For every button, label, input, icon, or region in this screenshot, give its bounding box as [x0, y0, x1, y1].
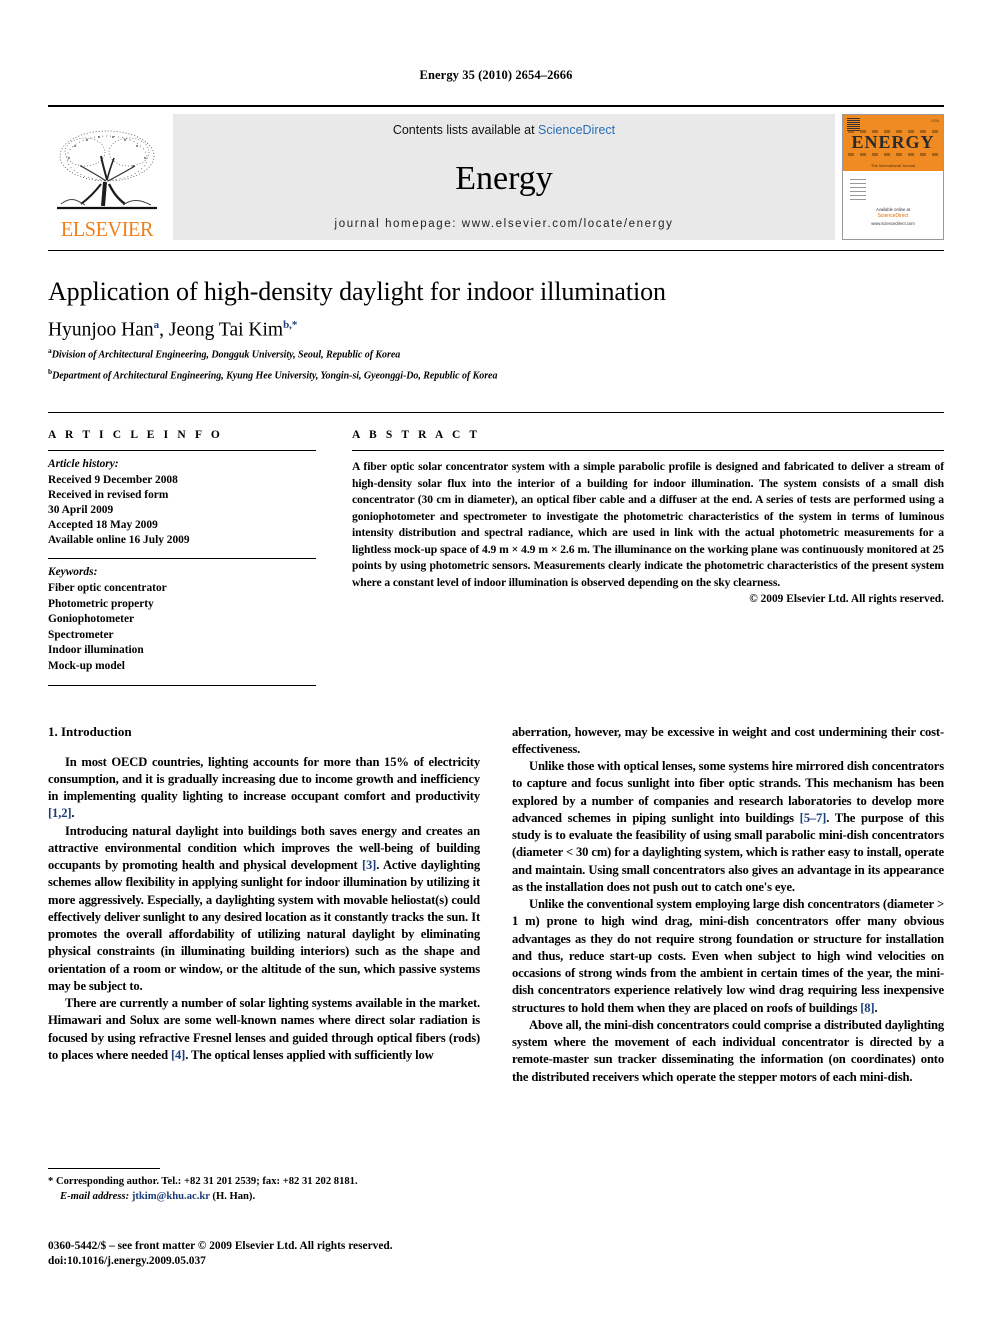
cover-subtitle: The International Journal [870, 163, 916, 168]
history-item-2: 30 April 2009 [48, 503, 114, 516]
cover-bottom-panel: Available online at ScienceDirect www.sc… [843, 171, 943, 239]
paragraph-right-1: Unlike those with optical lenses, some s… [512, 759, 944, 894]
imprint-frontmatter: 0360-5442/$ – see front matter © 2009 El… [48, 1240, 393, 1252]
keyword-1: Photometric property [48, 597, 154, 610]
email-owner: (H. Han). [212, 1190, 256, 1202]
keyword-0: Fiber optic concentrator [48, 581, 167, 594]
elsevier-logo: ELSEVIER [48, 114, 166, 240]
keywords-label: Keywords: [48, 566, 98, 579]
paragraph-right-0: aberration, however, may be excessive in… [512, 724, 944, 756]
masthead-divider [48, 250, 944, 251]
author-name-1: Hyunjoo Han [48, 319, 154, 341]
paragraph-left-0: In most OECD countries, lighting account… [48, 754, 480, 821]
keyword-3: Spectrometer [48, 628, 114, 641]
abstract-column: A B S T R A C T A fiber optic solar conc… [352, 429, 944, 685]
contents-available-line: Contents lists available at ScienceDirec… [393, 123, 615, 137]
author-affil-marker-1: a [153, 318, 160, 331]
cover-journal-title: ENERGY [851, 132, 935, 152]
author-affil-marker-2[interactable]: b,* [283, 319, 297, 331]
section-title-introduction: 1. Introduction [48, 723, 132, 739]
history-item-1: Received in revised form [48, 488, 169, 501]
paragraph-left-2: There are currently a number of solar li… [48, 996, 480, 1062]
paragraph-left-1: Introducing natural daylight into buildi… [48, 823, 480, 993]
history-item-3: Accepted 18 May 2009 [48, 519, 158, 532]
cover-sciencedirect-block: Available online at ScienceDirect www.sc… [843, 207, 943, 227]
cover-text-lines [850, 179, 866, 201]
history-item-4: Available online 16 July 2009 [48, 534, 190, 547]
contents-banner: Contents lists available at ScienceDirec… [173, 114, 835, 240]
paragraph-right-3: Above all, the mini-dish concentrators c… [512, 1017, 944, 1084]
imprint-doi: doi:10.1016/j.energy.2009.05.037 [48, 1255, 206, 1268]
paragraph-right-2: Unlike the conventional system employing… [512, 897, 944, 1015]
author-name-2: Jeong Tai Kim [168, 319, 284, 341]
corresponding-author-line: * Corresponding author. Tel.: +82 31 201… [48, 1176, 358, 1187]
article-info-column: A R T I C L E I N F O Article history: R… [48, 429, 316, 686]
body-column-left: 1. Introduction In most OECD countries, … [48, 724, 480, 1086]
affiliation-b: bDepartment of Architectural Engineering… [48, 367, 944, 383]
cover-sd-url: www.sciencedirect.com [871, 220, 915, 226]
keyword-2: Goniophotometer [48, 613, 135, 626]
elsevier-wordmark: ELSEVIER [60, 217, 154, 241]
abstract-copyright: © 2009 Elsevier Ltd. All rights reserved… [749, 593, 944, 606]
sciencedirect-link[interactable]: ScienceDirect [538, 123, 615, 137]
imprint-block: 0360-5442/$ – see front matter © 2009 El… [48, 1239, 508, 1270]
contents-prefix: Contents lists available at [392, 123, 539, 137]
email-link[interactable]: jtkim@khu.ac.kr [132, 1191, 210, 1202]
paper-page: Energy 35 (2010) 2654–2666 ELSEVIER Cont… [0, 0, 992, 1323]
info-abstract-section: A R T I C L E I N F O Article history: R… [48, 412, 944, 686]
keyword-4: Indoor illumination [48, 644, 144, 657]
citation-link[interactable]: [1,2] [48, 806, 72, 820]
journal-masthead: ELSEVIER Contents lists available at Sci… [48, 105, 944, 240]
corresponding-author-note: * Corresponding author. Tel.: +82 31 201… [48, 1175, 480, 1205]
email-label: E-mail address: [60, 1190, 130, 1202]
body-columns: 1. Introduction In most OECD countries, … [48, 724, 944, 1086]
article-info-rule-bottom [48, 684, 316, 686]
citation-link[interactable]: [3] [362, 858, 376, 872]
abstract-heading: A B S T R A C T [352, 429, 481, 442]
citation-link[interactable]: [8] [860, 1001, 874, 1015]
email-line: E-mail address: jtkim@khu.ac.kr (H. Han)… [48, 1190, 480, 1205]
elsevier-tree-icon [57, 130, 157, 210]
keywords-block: Keywords: Fiber optic concentrator Photo… [48, 559, 316, 684]
citation-link[interactable]: [5–7] [800, 811, 827, 825]
affiliation-a: aDivision of Architectural Engineering, … [48, 346, 944, 362]
running-head: Energy 35 (2010) 2654–2666 [419, 68, 573, 82]
keyword-5: Mock-up model [48, 660, 125, 673]
page-title: Application of high-density daylight for… [48, 277, 666, 306]
history-item-0: Received 9 December 2008 [48, 473, 178, 486]
affiliation-text-b: Department of Architectural Engineering,… [52, 370, 498, 382]
journal-cover-thumbnail: ISSN ENERGY The International Journal Av… [842, 114, 944, 240]
citation-link[interactable]: [4] [171, 1048, 185, 1062]
article-history-label: Article history: [48, 458, 119, 471]
body-column-right: aberration, however, may be excessive in… [512, 724, 944, 1086]
footnote-area: * Corresponding author. Tel.: +82 31 201… [48, 1168, 480, 1205]
journal-homepage[interactable]: journal homepage: www.elsevier.com/locat… [335, 218, 674, 230]
article-history-block: Article history: Received 9 December 200… [48, 451, 316, 558]
cover-issue-label: ISSN [931, 119, 939, 123]
author-list: Hyunjoo Hana, Jeong Tai Kimb,* [48, 318, 298, 341]
cover-rule-bottom [848, 153, 938, 156]
cover-sd-brand: ScienceDirect [877, 213, 909, 220]
affiliation-text-a: Division of Architectural Engineering, D… [51, 349, 401, 361]
abstract-text: A fiber optic solar concentrator system … [352, 460, 944, 589]
cover-top-panel: ISSN ENERGY The International Journal [843, 115, 943, 171]
journal-title: Energy [455, 160, 553, 197]
article-info-heading: A R T I C L E I N F O [48, 429, 223, 442]
footnote-rule [48, 1168, 160, 1169]
